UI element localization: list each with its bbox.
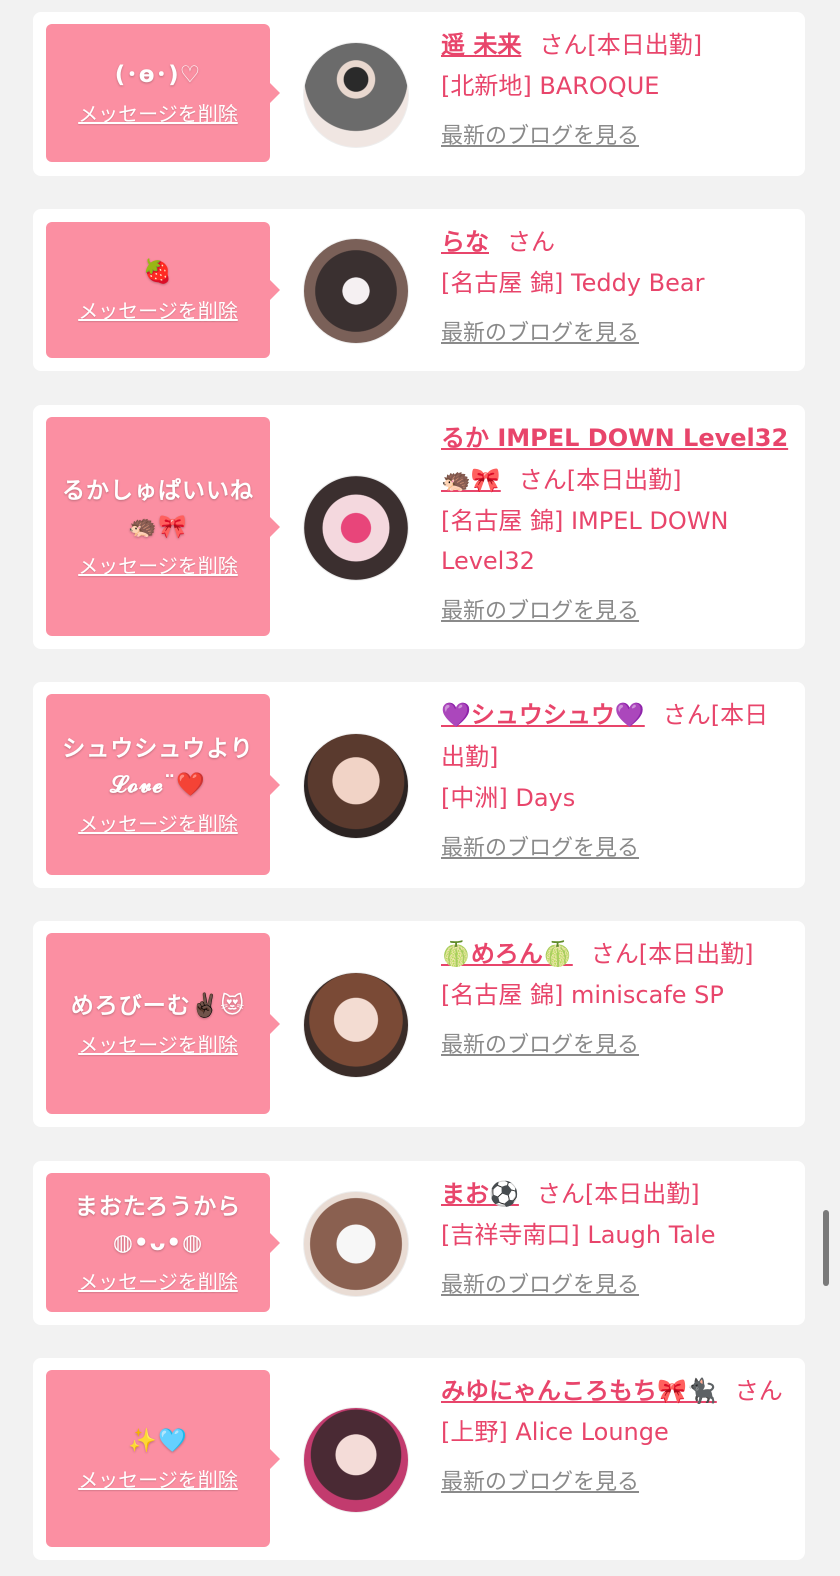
- cast-info: 🍈めろん🍈 さん[本日出勤] [名古屋 錦] miniscafe SP 最新のブロ…: [441, 933, 791, 1063]
- message-text: (･ө･)♡: [114, 62, 202, 88]
- avatar[interactable]: [303, 1191, 409, 1297]
- delete-message-link[interactable]: メッセージを削除: [78, 296, 238, 326]
- delete-message-link[interactable]: メッセージを削除: [78, 551, 238, 581]
- delete-message-link[interactable]: メッセージを削除: [78, 809, 238, 839]
- message-bubble: まおたろうから ◍•ᴗ•◍ メッセージを削除: [46, 1173, 280, 1312]
- cast-name-line: 🍈めろん🍈 さん[本日出勤]: [441, 933, 791, 975]
- cast-name-line: らな さん: [441, 221, 791, 263]
- cast-name-link[interactable]: らな: [441, 228, 489, 256]
- latest-blog-link[interactable]: 最新のブログを見る: [441, 1029, 639, 1063]
- list-item: まおたろうから ◍•ᴗ•◍ メッセージを削除 まお⚽️ さん[本日出勤] [吉祥寺…: [33, 1161, 805, 1325]
- delete-message-link[interactable]: メッセージを削除: [78, 1465, 238, 1495]
- cast-name-line: 遥 未来 さん[本日出勤]: [441, 24, 791, 66]
- list-item: 🍓 メッセージを削除 らな さん [名古屋 錦] Teddy Bear 最新のブロ…: [33, 209, 805, 371]
- message-text: ✨🩵: [128, 1427, 188, 1454]
- cast-info: らな さん [名古屋 錦] Teddy Bear 最新のブログを見る: [441, 221, 791, 351]
- latest-blog-link[interactable]: 最新のブログを見る: [441, 1269, 639, 1303]
- message-bubble: るかしゅぱいいね🦔🎀 メッセージを削除: [46, 417, 280, 636]
- avatar[interactable]: [303, 238, 409, 344]
- message-text: まおたろうから ◍•ᴗ•◍: [74, 1193, 242, 1256]
- cast-info: みゆにゃんころもち🎀🐈‍⬛ さん [上野] Alice Lounge 最新のブログ…: [441, 1370, 791, 1500]
- shop-label: [北新地] BAROQUE: [441, 72, 660, 100]
- latest-blog-link[interactable]: 最新のブログを見る: [441, 120, 639, 154]
- shop-label: [名古屋 錦] miniscafe SP: [441, 981, 724, 1009]
- cast-info: るか IMPEL DOWN Level32 🦔🎀 さん[本日出勤] [名古屋 錦]…: [441, 417, 791, 629]
- list-item: (･ө･)♡ メッセージを削除 遥 未来 さん[本日出勤] [北新地] BAROQ…: [33, 12, 805, 176]
- message-bubble: めろびーむ✌🏿😻 メッセージを削除: [46, 933, 280, 1114]
- message-text: 🍓: [143, 259, 173, 285]
- honorific-status: さん[本日出勤]: [536, 1180, 700, 1208]
- cast-name-line: みゆにゃんころもち🎀🐈‍⬛ さん: [441, 1370, 791, 1412]
- delete-message-link[interactable]: メッセージを削除: [78, 1030, 238, 1060]
- cast-name-link[interactable]: まお⚽️: [441, 1180, 519, 1208]
- cast-info: 遥 未来 さん[本日出勤] [北新地] BAROQUE 最新のブログを見る: [441, 24, 791, 154]
- avatar[interactable]: [303, 733, 409, 839]
- message-text: めろびーむ✌🏿😻: [70, 992, 246, 1019]
- delete-message-link[interactable]: メッセージを削除: [78, 1267, 238, 1297]
- latest-blog-link[interactable]: 最新のブログを見る: [441, 317, 639, 351]
- list-item: シュウシュウより 𝓛𝓸𝓿𝓮¨❤️ メッセージを削除 💜シュウシュウ💜 さん[本日出…: [33, 682, 805, 888]
- shop-label: [中洲] Days: [441, 784, 576, 812]
- honorific-status: さん[本日出勤]: [539, 31, 703, 59]
- scrollbar[interactable]: [823, 1210, 829, 1286]
- list-item: るかしゅぱいいね🦔🎀 メッセージを削除 るか IMPEL DOWN Level3…: [33, 405, 805, 649]
- shop-label: [上野] Alice Lounge: [441, 1418, 669, 1446]
- list-item: めろびーむ✌🏿😻 メッセージを削除 🍈めろん🍈 さん[本日出勤] [名古屋 錦] …: [33, 921, 805, 1127]
- cast-name-link[interactable]: みゆにゃんころもち🎀🐈‍⬛: [441, 1377, 717, 1405]
- message-bubble: シュウシュウより 𝓛𝓸𝓿𝓮¨❤️ メッセージを削除: [46, 694, 280, 875]
- honorific-status: さん: [507, 228, 555, 256]
- cast-info: 💜シュウシュウ💜 さん[本日出勤] [中洲] Days 最新のブログを見る: [441, 694, 791, 866]
- avatar[interactable]: [303, 42, 409, 148]
- latest-blog-link[interactable]: 最新のブログを見る: [441, 1466, 639, 1500]
- message-text: シュウシュウより 𝓛𝓸𝓿𝓮¨❤️: [62, 735, 254, 798]
- cast-name-line: まお⚽️ さん[本日出勤]: [441, 1173, 791, 1215]
- cast-name-link[interactable]: 🍈めろん🍈: [441, 940, 573, 968]
- message-bubble: (･ө･)♡ メッセージを削除: [46, 24, 280, 162]
- cast-name-link[interactable]: 遥 未来: [441, 31, 521, 59]
- avatar[interactable]: [303, 972, 409, 1078]
- honorific-status: さん: [734, 1377, 783, 1405]
- cast-name-line: るか IMPEL DOWN Level32 🦔🎀 さん[本日出勤]: [441, 417, 791, 501]
- avatar[interactable]: [303, 475, 409, 581]
- latest-blog-link[interactable]: 最新のブログを見る: [441, 595, 639, 629]
- cast-info: まお⚽️ さん[本日出勤] [吉祥寺南口] Laugh Tale 最新のブログを見…: [441, 1173, 791, 1303]
- avatar[interactable]: [303, 1407, 409, 1513]
- message-text: るかしゅぱいいね🦔🎀: [62, 477, 254, 540]
- latest-blog-link[interactable]: 最新のブログを見る: [441, 832, 639, 866]
- honorific-status: さん[本日出勤]: [518, 466, 682, 494]
- honorific-status: さん[本日出勤]: [590, 940, 754, 968]
- shop-label: [吉祥寺南口] Laugh Tale: [441, 1221, 716, 1249]
- delete-message-link[interactable]: メッセージを削除: [78, 99, 238, 129]
- shop-label: [名古屋 錦] Teddy Bear: [441, 269, 705, 297]
- cast-name-link[interactable]: 💜シュウシュウ💜: [441, 701, 645, 729]
- message-bubble: 🍓 メッセージを削除: [46, 222, 280, 358]
- list-item: ✨🩵 メッセージを削除 みゆにゃんころもち🎀🐈‍⬛ さん [上野] Alice L…: [33, 1358, 805, 1560]
- cast-name-line: 💜シュウシュウ💜 さん[本日出勤]: [441, 694, 791, 778]
- message-bubble: ✨🩵 メッセージを削除: [46, 1370, 280, 1547]
- shop-label: [名古屋 錦] IMPEL DOWN Level32: [441, 507, 729, 575]
